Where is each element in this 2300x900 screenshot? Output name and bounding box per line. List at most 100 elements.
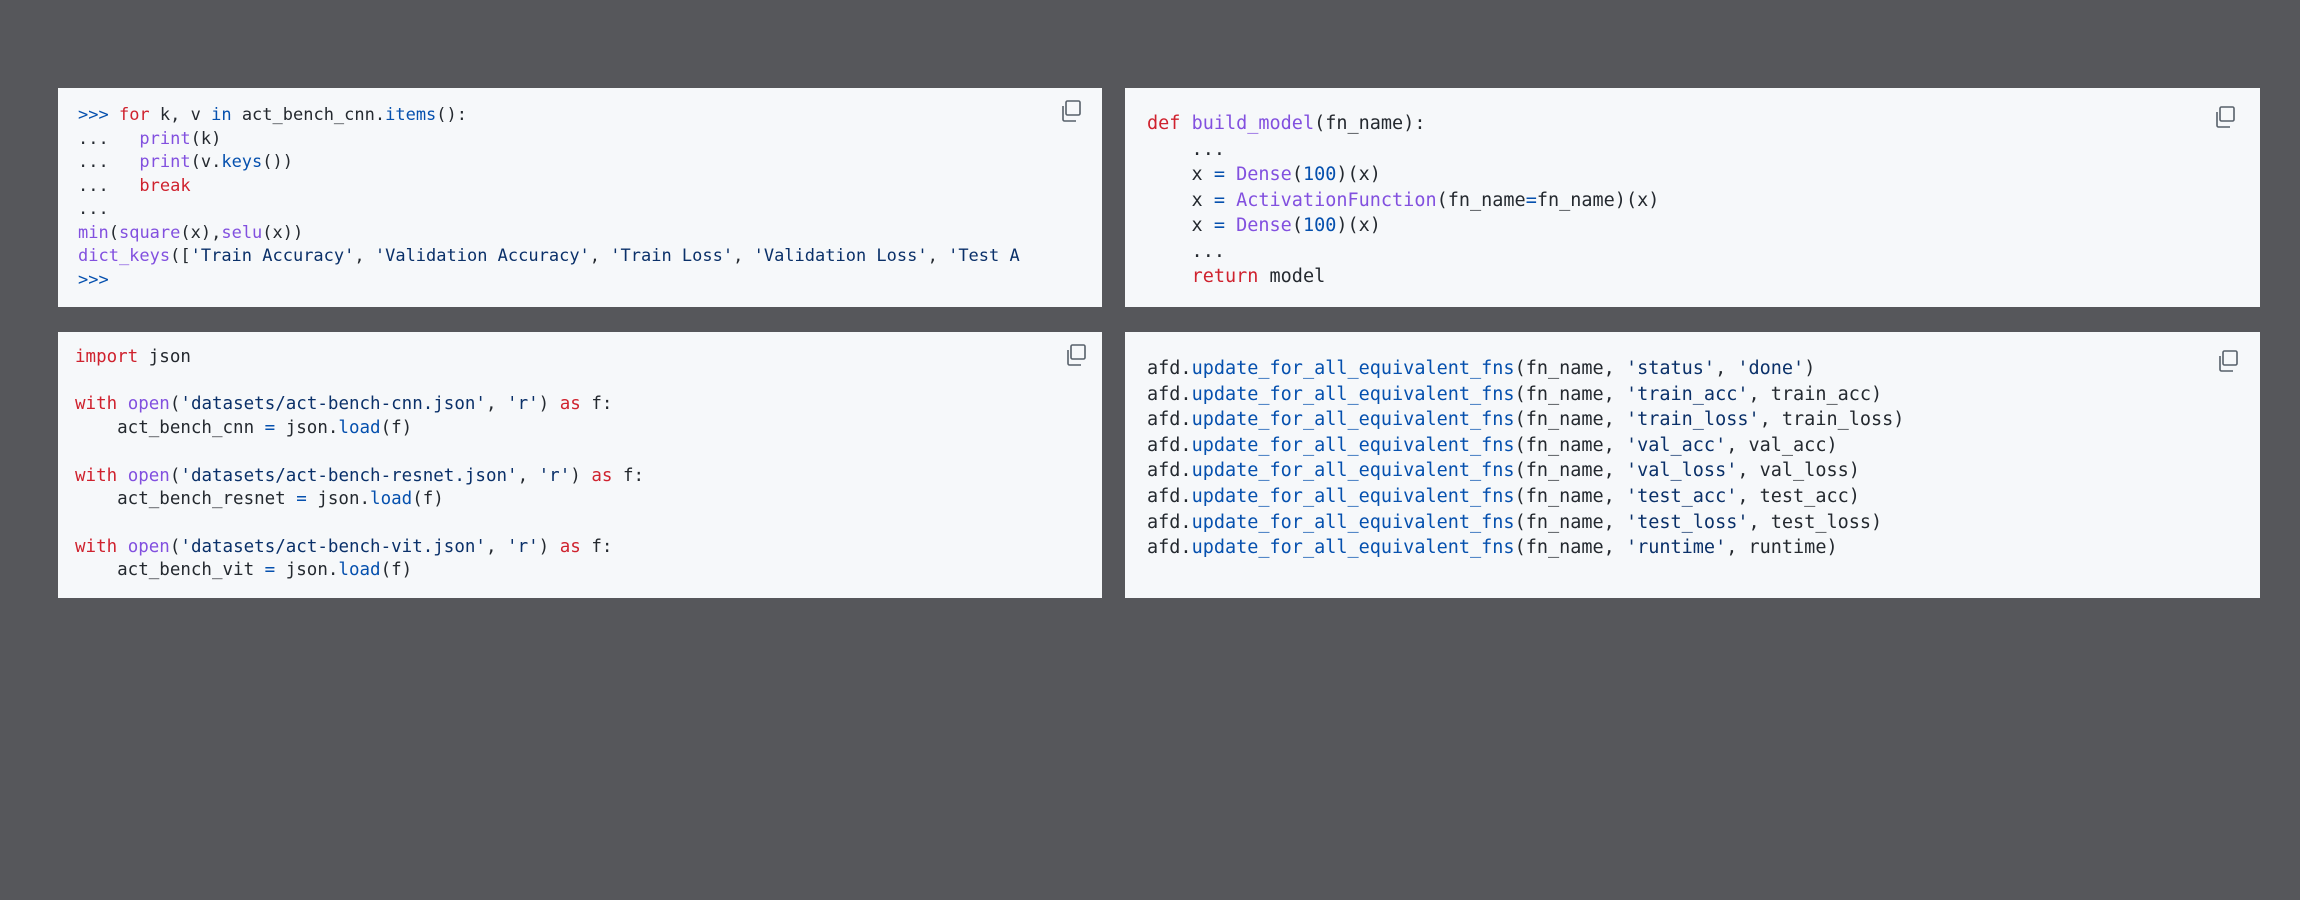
- code-token: x: [1147, 164, 1214, 185]
- code-line: ...: [1147, 137, 1659, 163]
- copy-button[interactable]: [2215, 348, 2241, 374]
- code-token: (fn_name: [1436, 189, 1526, 211]
- code-token: 'test_acc': [1625, 485, 1738, 507]
- code-token: open: [127, 465, 170, 486]
- copy-icon: [2219, 350, 2238, 372]
- code-token: ,: [485, 394, 508, 415]
- code-token: act_bench_resnet: [75, 489, 297, 510]
- code-token: def: [1147, 113, 1181, 134]
- code-token: ():: [436, 105, 468, 125]
- code-line: >>> for k, v in act_bench_cnn.items():: [78, 104, 1020, 128]
- code-token: (fn_name,: [1514, 383, 1626, 405]
- code-line: afd.update_for_all_equivalent_fns(fn_nam…: [1147, 458, 1904, 484]
- code-token: ...: [78, 152, 140, 172]
- copy-button[interactable]: [1063, 342, 1089, 368]
- code-line: >>>: [78, 269, 1020, 293]
- code-token: as: [591, 465, 613, 486]
- code-token: with: [75, 536, 118, 557]
- code-token: (fn_name,: [1514, 434, 1626, 456]
- code-token: afd.: [1147, 511, 1192, 533]
- code-token: 'Validation Loss': [753, 246, 928, 266]
- code-token: =: [1213, 164, 1225, 185]
- code-token: (fn_name,: [1514, 358, 1626, 379]
- code-token: f:: [580, 536, 613, 557]
- code-token: k, v: [149, 105, 212, 125]
- code-token: 'Test A: [948, 246, 1020, 266]
- code-line: afd.update_for_all_equivalent_fns(fn_nam…: [1147, 433, 1904, 459]
- code-token: open: [127, 536, 170, 557]
- code-line: return model: [1147, 264, 1659, 290]
- code-token: afd.: [1147, 383, 1192, 405]
- code-token: Dense: [1236, 215, 1292, 236]
- code-token: act_bench_vit: [75, 560, 265, 581]
- code-token: ,: [589, 246, 611, 266]
- code-block: afd.update_for_all_equivalent_fns(fn_nam…: [1147, 356, 1904, 561]
- copy-button[interactable]: [2212, 104, 2238, 130]
- code-token: (: [169, 536, 181, 557]
- code-token: update_for_all_equivalent_fns: [1191, 485, 1515, 507]
- code-token: afd.: [1147, 537, 1192, 559]
- code-token: (f): [380, 418, 413, 439]
- code-token: (fn_name,: [1514, 511, 1626, 533]
- code-token: (fn_name,: [1514, 485, 1626, 507]
- code-line: with open('datasets/act-bench-vit.json',…: [75, 536, 644, 560]
- code-token: model: [1258, 266, 1326, 287]
- code-token: dict_keys: [78, 246, 171, 266]
- code-token: 'Train Loss': [610, 246, 734, 266]
- code-token: , test_loss): [1748, 511, 1883, 533]
- code-token: ...: [78, 199, 109, 219]
- code-line: afd.update_for_all_equivalent_fns(fn_nam…: [1147, 484, 1904, 510]
- code-line: x = ActivationFunction(fn_name=fn_name)(…: [1147, 188, 1660, 214]
- code-token: f:: [612, 465, 645, 486]
- code-token: print: [139, 128, 191, 149]
- code-token: ): [538, 394, 560, 415]
- code-token: return: [1191, 266, 1259, 287]
- code-token: , test_acc): [1737, 485, 1860, 507]
- code-token: (f): [380, 560, 413, 581]
- copy-button[interactable]: [1058, 98, 1084, 124]
- code-token: , runtime): [1726, 537, 1838, 559]
- code-token: (fn_name,: [1514, 409, 1626, 431]
- code-panel-update-fns: afd.update_for_all_equivalent_fns(fn_nam…: [1125, 332, 2260, 598]
- code-token: ): [1804, 358, 1816, 379]
- code-token: in: [211, 105, 232, 125]
- code-token: , val_loss): [1737, 460, 1860, 482]
- code-token: 'r': [507, 536, 539, 557]
- code-line: x = Dense(100)(x): [1147, 162, 1659, 188]
- code-token: afd.: [1147, 409, 1192, 431]
- code-token: act_bench_cnn: [75, 418, 265, 439]
- code-line: act_bench_vit = json.load(f): [75, 559, 644, 583]
- code-token: (k): [190, 128, 222, 149]
- code-line: ... print(k): [78, 128, 1020, 152]
- code-token: 'r': [538, 465, 571, 486]
- code-token: load: [338, 418, 381, 439]
- code-token: print: [139, 152, 191, 172]
- code-token: ,: [927, 246, 949, 266]
- code-token: update_for_all_equivalent_fns: [1191, 383, 1515, 405]
- code-token: (fn_name,: [1514, 460, 1626, 482]
- code-token: Dense: [1236, 164, 1292, 185]
- code-token: (v.: [190, 152, 222, 172]
- code-token: 'val_acc': [1625, 434, 1727, 456]
- code-token: afd.: [1147, 434, 1192, 456]
- code-token: =: [1213, 215, 1225, 236]
- code-token: ,: [354, 246, 375, 266]
- code-token: =: [1213, 189, 1225, 211]
- code-token: update_for_all_equivalent_fns: [1191, 434, 1515, 456]
- code-token: ...: [78, 128, 140, 149]
- code-token: ,: [485, 536, 508, 557]
- code-token: items: [385, 105, 437, 125]
- code-token: min: [78, 222, 109, 243]
- code-token: 'Train Accuracy': [190, 246, 355, 266]
- code-token: json: [138, 347, 191, 367]
- code-token: (: [169, 394, 181, 415]
- code-token: update_for_all_equivalent_fns: [1191, 358, 1515, 379]
- code-token: )(x): [1336, 164, 1381, 185]
- code-token: afd.: [1147, 460, 1192, 482]
- code-token: x: [1147, 189, 1214, 211]
